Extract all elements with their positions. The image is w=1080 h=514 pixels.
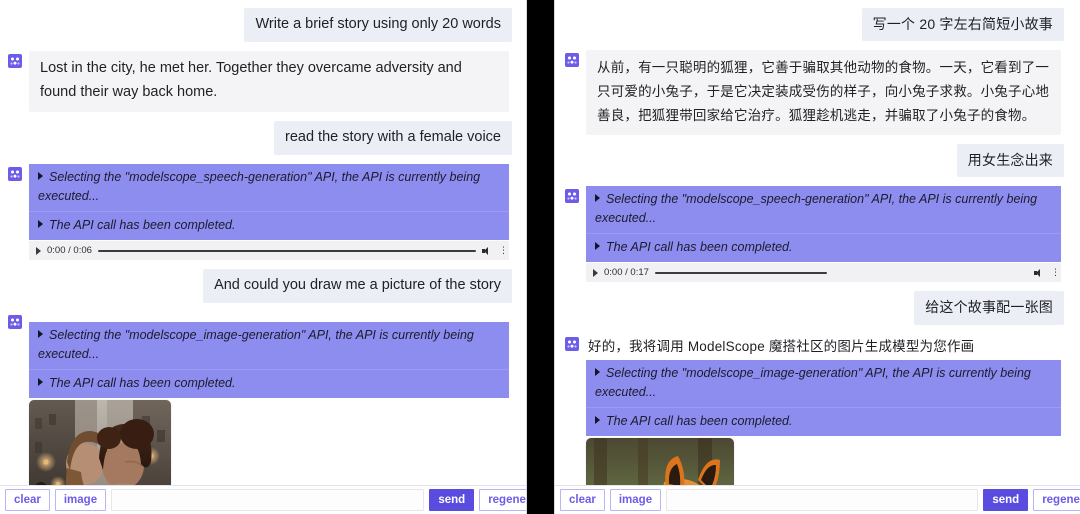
api-status-line[interactable]: Selecting the "modelscope_image-generati… [29, 322, 509, 371]
api-status-text: The API call has been completed. [606, 240, 793, 255]
message-input[interactable] [666, 489, 979, 511]
audio-progress-bar[interactable] [97, 249, 476, 252]
assistant-avatar-icon [8, 54, 22, 69]
api-status-line[interactable]: Selecting the "modelscope_speech-generat… [586, 186, 1061, 235]
expand-caret-icon[interactable] [595, 368, 600, 377]
message-row-assistant: 好的，我将调用 ModelScope 魔搭社区的图片生成模型为您作画 Selec… [565, 334, 1064, 485]
left-bottom-toolbar: clear image send regenerate [0, 485, 526, 514]
message-row-user: read the story with a female voice [8, 120, 512, 155]
right-bottom-toolbar: clear image send regenerate [555, 485, 1080, 514]
message-row-user: 写一个 20 字左右简短小故事 [565, 8, 1064, 42]
message-row-user: 用女生念出来 [565, 144, 1064, 178]
assistant-message-stack: 好的，我将调用 ModelScope 魔搭社区的图片生成模型为您作画 Selec… [586, 334, 1061, 485]
message-input[interactable] [111, 489, 425, 511]
panel-divider-gap [527, 0, 554, 514]
api-call-block: Selecting the "modelscope_image-generati… [29, 322, 509, 399]
user-message-bubble: 用女生念出来 [956, 144, 1064, 178]
clear-button[interactable]: clear [5, 489, 50, 511]
expand-caret-icon[interactable] [38, 172, 43, 180]
image-button[interactable]: image [54, 489, 107, 511]
right-chat-scroll[interactable]: 写一个 20 字左右简短小故事 从前，有一只聪明的狐狸，它善于骗取其他动物的食物… [555, 0, 1080, 485]
assistant-avatar-icon [565, 189, 579, 204]
assistant-intro-text: 好的，我将调用 ModelScope 魔搭社区的图片生成模型为您作画 [588, 338, 975, 354]
message-row-user: 给这个故事配一张图 [565, 291, 1064, 325]
assistant-avatar-icon [8, 315, 22, 330]
regenerate-button[interactable]: regenerate [1033, 489, 1080, 511]
message-row-assistant: 从前，有一只聪明的狐狸，它善于骗取其他动物的食物。一天，它看到了一只可爱的小兔子… [565, 50, 1064, 136]
user-message-bubble: Write a brief story using only 20 words [244, 8, 512, 43]
generated-image-couple[interactable] [29, 400, 171, 485]
right-chat-panel: 写一个 20 字左右简短小故事 从前，有一只聪明的狐狸，它善于骗取其他动物的食物… [554, 0, 1080, 514]
assistant-message-stack: Selecting the "modelscope_speech-generat… [586, 186, 1061, 283]
dual-panel-chat-screenshot: Write a brief story using only 20 words … [0, 0, 1080, 514]
assistant-message-stack: Selecting the "modelscope_image-generati… [29, 312, 509, 485]
api-call-block: Selecting the "modelscope_speech-generat… [586, 186, 1061, 263]
audio-player[interactable]: 0:00 / 0:06 ⋮ [29, 241, 509, 260]
audio-overflow-menu-icon[interactable]: ⋮ [1051, 268, 1060, 277]
send-button[interactable]: send [429, 489, 475, 511]
api-call-block: Selecting the "modelscope_image-generati… [586, 360, 1061, 437]
expand-caret-icon[interactable] [595, 416, 600, 425]
message-row-user: Write a brief story using only 20 words [8, 8, 512, 43]
audio-time-label: 0:00 / 0:17 [604, 267, 649, 279]
api-status-text: The API call has been completed. [49, 218, 236, 232]
assistant-message-bubble: Lost in the city, he met her. Together t… [29, 51, 509, 112]
expand-caret-icon[interactable] [595, 242, 600, 251]
assistant-message-stack: 从前，有一只聪明的狐狸，它善于骗取其他动物的食物。一天，它看到了一只可爱的小兔子… [586, 50, 1061, 136]
api-status-text: Selecting the "modelscope_image-generati… [595, 366, 1031, 400]
assistant-message-bubble: 从前，有一只聪明的狐狸，它善于骗取其他动物的食物。一天，它看到了一只可爱的小兔子… [586, 50, 1061, 136]
api-status-line[interactable]: Selecting the "modelscope_image-generati… [586, 360, 1061, 409]
assistant-blank-line [29, 312, 509, 322]
left-chat-panel: Write a brief story using only 20 words … [0, 0, 527, 514]
expand-caret-icon[interactable] [38, 378, 43, 387]
volume-icon[interactable] [1034, 268, 1045, 278]
api-status-text: The API call has been completed. [606, 414, 793, 429]
api-status-line[interactable]: The API call has been completed. [586, 234, 1061, 263]
api-call-block: Selecting the "modelscope_speech-generat… [29, 164, 509, 240]
play-icon[interactable] [593, 268, 598, 277]
api-status-text: Selecting the "modelscope_image-generati… [38, 328, 474, 362]
generated-image-svg [29, 400, 171, 485]
user-message-bubble: And could you draw me a picture of the s… [203, 269, 512, 304]
api-status-line[interactable]: The API call has been completed. [29, 212, 509, 240]
api-status-line[interactable]: The API call has been completed. [29, 370, 509, 399]
expand-caret-icon[interactable] [38, 220, 43, 228]
send-button[interactable]: send [983, 489, 1029, 511]
play-icon[interactable] [36, 246, 41, 255]
expand-caret-icon[interactable] [38, 330, 43, 339]
user-message-bubble: 给这个故事配一张图 [914, 291, 1064, 325]
left-chat-scroll[interactable]: Write a brief story using only 20 words … [0, 0, 526, 485]
assistant-avatar-icon [8, 167, 22, 181]
audio-overflow-menu-icon[interactable]: ⋮ [499, 246, 508, 255]
user-message-bubble: 写一个 20 字左右简短小故事 [861, 8, 1064, 42]
generated-image-svg [586, 438, 734, 485]
audio-player[interactable]: 0:00 / 0:17 ⋮ [586, 263, 1061, 283]
volume-icon[interactable] [482, 246, 493, 256]
assistant-avatar-icon [565, 53, 579, 68]
api-status-text: The API call has been completed. [49, 376, 236, 391]
message-row-assistant: Lost in the city, he met her. Together t… [8, 51, 512, 112]
assistant-message-stack: Selecting the "modelscope_speech-generat… [29, 164, 509, 260]
user-message-bubble: read the story with a female voice [274, 120, 512, 155]
image-button[interactable]: image [609, 489, 662, 511]
api-status-line[interactable]: The API call has been completed. [586, 408, 1061, 437]
clear-button[interactable]: clear [560, 489, 605, 511]
message-row-assistant: Selecting the "modelscope_speech-generat… [565, 186, 1064, 283]
message-row-assistant: Selecting the "modelscope_image-generati… [8, 312, 512, 485]
message-row-assistant: Selecting the "modelscope_speech-generat… [8, 164, 512, 260]
api-status-text: Selecting the "modelscope_speech-generat… [595, 192, 1038, 226]
api-status-text: Selecting the "modelscope_speech-generat… [38, 170, 481, 203]
api-status-line[interactable]: Selecting the "modelscope_speech-generat… [29, 164, 509, 212]
assistant-avatar-icon [565, 336, 579, 351]
regenerate-button[interactable]: regenerate [479, 489, 526, 511]
audio-progress-bar[interactable] [654, 271, 827, 274]
message-row-user: And could you draw me a picture of the s… [8, 269, 512, 304]
audio-time-label: 0:00 / 0:06 [47, 245, 92, 256]
generated-image-fox[interactable] [586, 438, 734, 485]
expand-caret-icon[interactable] [595, 194, 600, 203]
assistant-message-stack: Lost in the city, he met her. Together t… [29, 51, 509, 112]
